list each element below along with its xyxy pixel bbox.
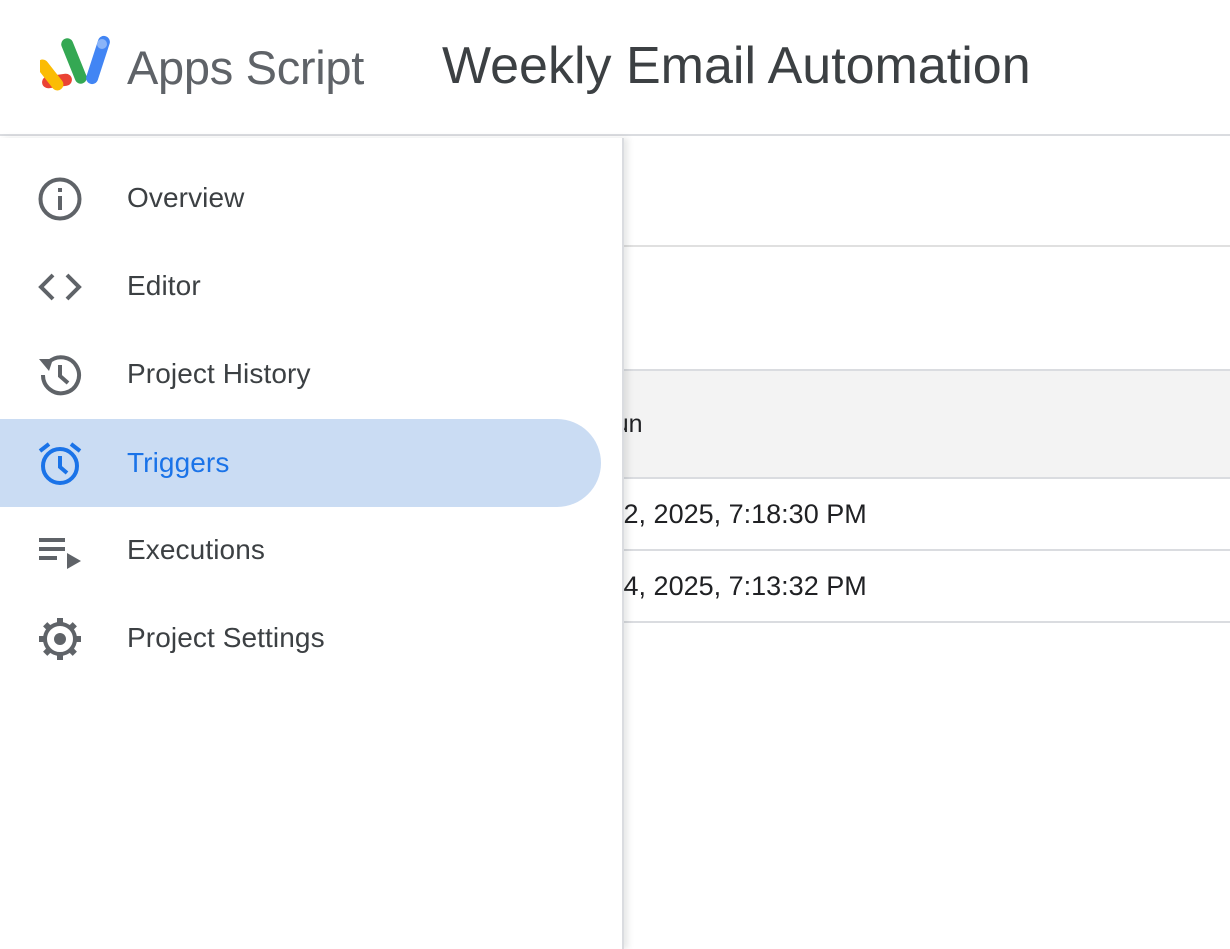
alarm-icon	[38, 442, 82, 485]
code-icon	[38, 273, 82, 301]
sidebar-item-overview[interactable]: Overview	[0, 154, 601, 242]
history-icon	[39, 355, 81, 396]
product-name[interactable]: Apps Script	[127, 40, 364, 96]
sidebar-item-editor[interactable]: Editor	[0, 242, 601, 330]
sidebar-item-label: Triggers	[127, 447, 230, 478]
navigation-drawer: Overview Editor Project History Triggers…	[0, 138, 624, 949]
sidebar-item-triggers[interactable]: Triggers	[0, 419, 601, 507]
apps-script-logo-icon[interactable]	[40, 35, 116, 95]
sidebar-item-project-settings[interactable]: Project Settings	[0, 594, 601, 682]
sidebar-item-label: Project History	[127, 358, 311, 389]
sidebar-item-label: Project Settings	[127, 622, 325, 653]
sidebar-item-project-history[interactable]: Project History	[0, 330, 601, 418]
sidebar-item-label: Executions	[127, 534, 265, 565]
top-header: Apps Script Weekly Email Automation	[0, 0, 1230, 136]
last-run-cell: n 24, 2025, 7:13:32 PM	[586, 571, 867, 601]
sidebar-item-label: Editor	[127, 270, 201, 301]
apps-script-window: Apps Script Weekly Email Automation st r…	[0, 0, 1230, 949]
sidebar-item-executions[interactable]: Executions	[0, 506, 601, 594]
info-icon	[38, 177, 82, 221]
last-run-cell: n 22, 2025, 7:18:30 PM	[586, 499, 867, 529]
executions-icon	[39, 538, 81, 569]
gear-icon	[39, 618, 81, 660]
project-title[interactable]: Weekly Email Automation	[442, 36, 1031, 96]
sidebar-item-label: Overview	[127, 182, 245, 213]
